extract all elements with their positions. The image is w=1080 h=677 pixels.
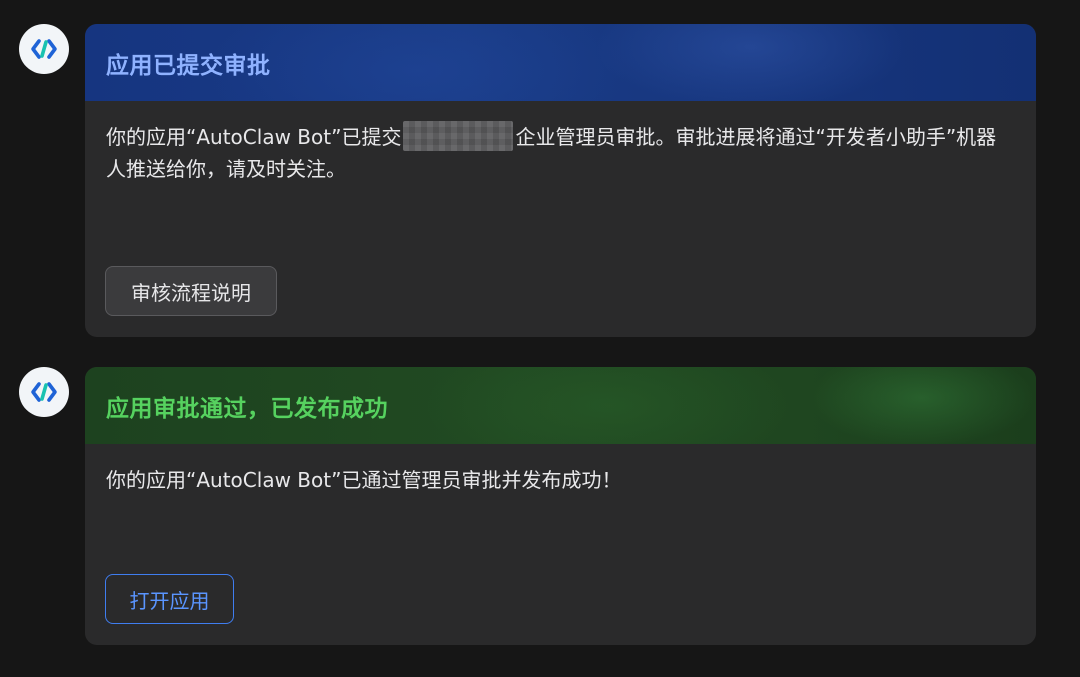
card-message: 你的应用“AutoClaw Bot”已提交 企业管理员审批。审批进展将通过“开发者… [106,121,1016,185]
card-message: 你的应用“AutoClaw Bot”已通过管理员审批并发布成功！ [106,468,622,492]
chat-stage: 应用已提交审批 你的应用“AutoClaw Bot”已提交 企业管理员审批。审批进… [0,0,1080,677]
card-header: 应用审批通过，已发布成功 [85,367,1036,444]
card-header: 应用已提交审批 [85,24,1036,101]
message-card-submitted: 应用已提交审批 你的应用“AutoClaw Bot”已提交 企业管理员审批。审批进… [85,24,1036,337]
card-body: 你的应用“AutoClaw Bot”已提交 企业管理员审批。审批进展将通过“开发者… [85,101,1036,185]
review-process-button[interactable]: 审核流程说明 [105,266,277,316]
card-title: 应用审批通过，已发布成功 [106,395,388,422]
message-card-approved: 应用审批通过，已发布成功 你的应用“AutoClaw Bot”已通过管理员审批并… [85,367,1036,645]
open-app-button[interactable]: 打开应用 [105,574,234,624]
code-brackets-icon [31,39,57,59]
redacted-org-name [403,121,514,151]
bot-avatar[interactable] [19,367,69,417]
bot-avatar[interactable] [19,24,69,74]
code-brackets-icon [31,382,57,402]
message-text-before: 你的应用“AutoClaw Bot”已提交 [106,125,402,149]
card-body: 你的应用“AutoClaw Bot”已通过管理员审批并发布成功！ [85,444,1036,496]
card-title: 应用已提交审批 [106,52,271,79]
